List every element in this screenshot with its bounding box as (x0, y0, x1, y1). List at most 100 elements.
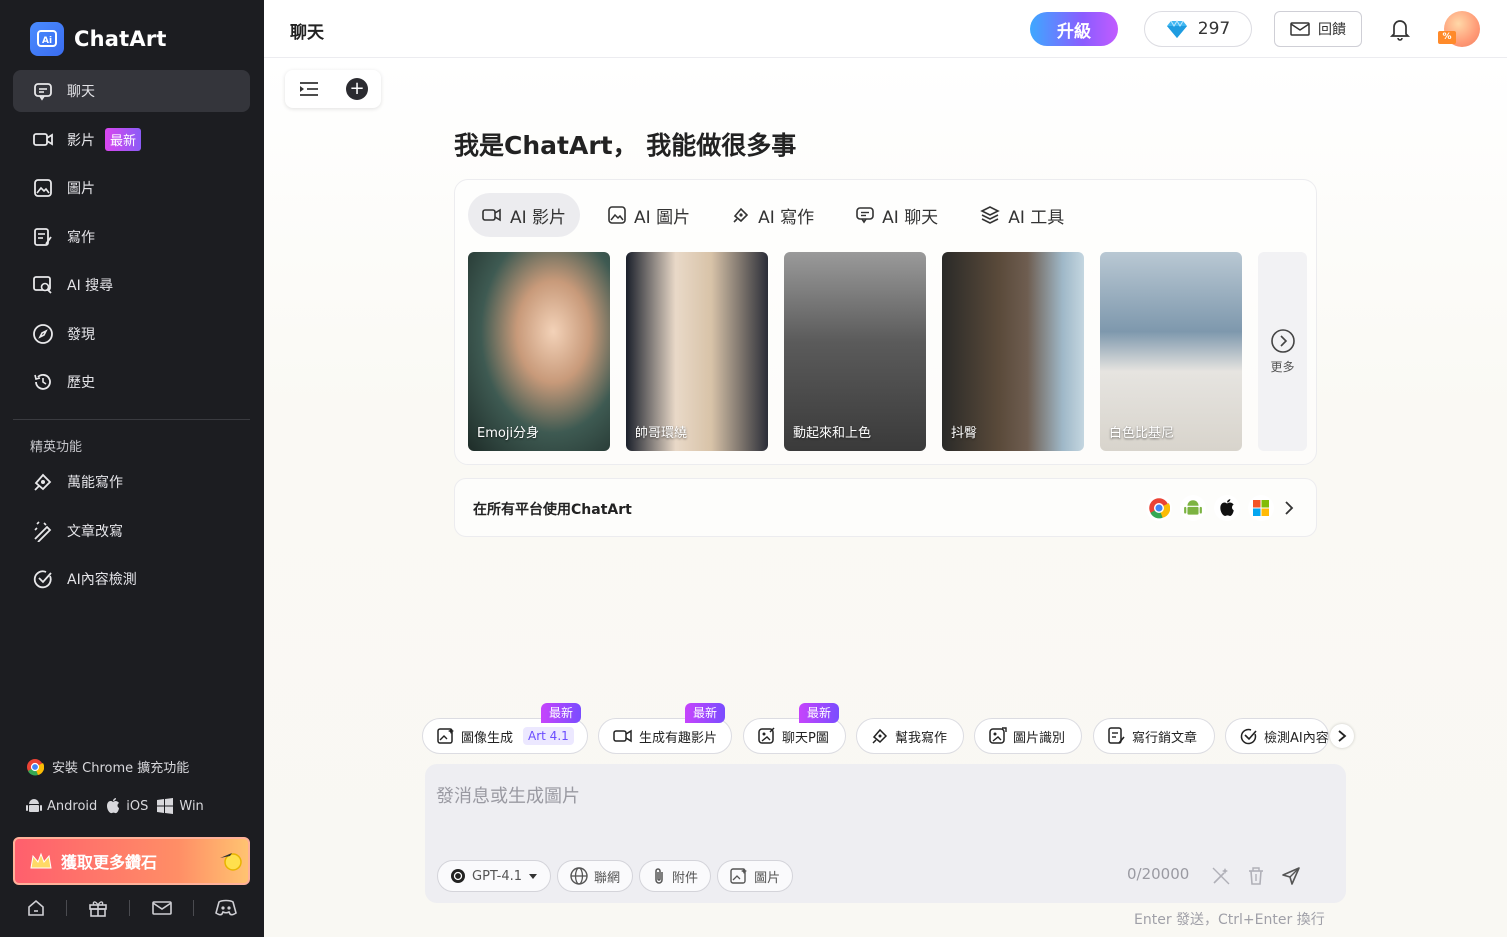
chip-fun-video[interactable]: 生成有趣影片 最新 (598, 703, 732, 754)
get-more-gems-button[interactable]: 獲取更多鑽石 (13, 837, 250, 885)
new-badge: 最新 (799, 703, 840, 723)
sidebar-item-label: 萬能寫作 (67, 475, 123, 491)
platform-banner-text: 在所有平台使用ChatArt (473, 502, 632, 518)
sidebar-item-label: 寫作 (67, 229, 95, 246)
thumbnail-label: Emoji分身 (477, 426, 540, 441)
web-search-toggle[interactable]: 聯網 (557, 860, 634, 892)
thumbnail-card[interactable]: 抖臀 (942, 252, 1084, 451)
chrome-icon (26, 758, 44, 776)
check-circle-icon (31, 567, 55, 591)
home-icon[interactable] (27, 899, 45, 917)
model-selector[interactable]: GPT-4.1 (437, 860, 552, 892)
gift-icon[interactable] (88, 899, 108, 917)
discord-icon[interactable] (215, 899, 238, 917)
new-badge: 最新 (541, 703, 582, 723)
toggle-sidebar-icon[interactable] (298, 80, 320, 98)
notification-bell-icon[interactable] (1389, 17, 1411, 41)
sidebar-item-ai-search[interactable]: AI 搜尋 (13, 264, 250, 306)
tab-ai-video[interactable]: AI 影片 (468, 193, 581, 237)
logo[interactable]: Ai ChatArt (30, 22, 167, 56)
android-link[interactable]: Android (26, 797, 97, 815)
app-name: ChatArt (74, 27, 167, 51)
tab-ai-tools[interactable]: AI 工具 (966, 193, 1078, 237)
message-input[interactable]: 發消息或生成圖片 (436, 782, 580, 808)
sidebar-item-ai-detect[interactable]: AI內容檢測 (13, 558, 250, 600)
pen-icon (31, 470, 55, 494)
attach-button[interactable]: 附件 (639, 860, 712, 892)
magic-wand-icon[interactable] (1211, 866, 1231, 886)
new-chat-plus-icon[interactable]: + (346, 78, 368, 100)
tab-ai-writing[interactable]: AI 寫作 (718, 193, 828, 237)
image-icon (608, 206, 626, 224)
chip-help-me-write[interactable]: 幫我寫作 (856, 718, 964, 754)
feedback-button[interactable]: 回饋 (1274, 11, 1362, 47)
sidebar-item-history[interactable]: 歷史 (13, 361, 250, 403)
mail-icon (1290, 21, 1310, 37)
coin-icon (220, 850, 242, 872)
thumbnail-label: 帥哥環繞 (635, 426, 688, 441)
sidebar-item-label: 歷史 (67, 375, 95, 391)
ios-link[interactable]: iOS (105, 797, 148, 815)
sidebar-item-writing[interactable]: 寫作 (13, 216, 250, 258)
image-upload-button[interactable]: 圖片 (717, 860, 794, 892)
sidebar-item-video[interactable]: 影片 最新 (13, 119, 250, 161)
main-nav: 聊天 影片 最新 圖片 寫作 AI 搜尋 發現 歷史 (13, 70, 250, 410)
image-gen-icon (437, 727, 455, 745)
tab-ai-chat[interactable]: AI 聊天 (842, 193, 952, 237)
thumbnail-card[interactable]: 白色比基尼 (1100, 252, 1242, 451)
compass-icon (31, 322, 55, 346)
chrome-extension-link[interactable]: 安裝 Chrome 擴充功能 (26, 757, 189, 776)
chip-ai-detect[interactable]: 檢測AI內容 (1225, 718, 1329, 754)
sidebar-item-image[interactable]: 圖片 (13, 167, 250, 209)
more-templates-button[interactable]: 更多 (1258, 252, 1307, 451)
chevron-right-icon (1336, 729, 1348, 743)
gem-count: 297 (1197, 19, 1231, 39)
chips-scroll-right-button[interactable] (1330, 724, 1354, 748)
composer-actions (1211, 866, 1301, 886)
upgrade-button[interactable]: 升級 (1030, 12, 1118, 46)
thumbnail-label: 白色比基尼 (1109, 426, 1175, 441)
sidebar-divider (13, 419, 250, 420)
tab-label: AI 聊天 (882, 207, 939, 228)
apple-icon (1214, 495, 1240, 521)
new-badge: 最新 (685, 703, 726, 723)
more-label: 更多 (1270, 360, 1295, 374)
sidebar-item-label: 影片 (67, 132, 95, 149)
sidebar-bottom-bar (0, 890, 264, 926)
send-icon[interactable] (1281, 866, 1301, 886)
chat-icon (856, 206, 874, 224)
windows-link[interactable]: Win (156, 797, 204, 815)
thumbnail-card[interactable]: 動起來和上色 (784, 252, 926, 451)
gem-balance[interactable]: 297 (1144, 11, 1252, 47)
mail-icon[interactable] (151, 900, 172, 916)
sidebar-item-chat[interactable]: 聊天 (13, 70, 250, 112)
chip-marketing-article[interactable]: 寫行銷文章 (1093, 718, 1215, 754)
template-thumbnails: Emoji分身 帥哥環繞 動起來和上色 抖臀 白色比基尼 更多 (468, 252, 1307, 451)
sidebar-item-rewrite[interactable]: 文章改寫 (13, 510, 250, 552)
composer-controls: GPT-4.1 聯網 附件 圖片 (437, 860, 794, 892)
chevron-right-circle-icon (1270, 328, 1296, 354)
tab-ai-image[interactable]: AI 圖片 (594, 193, 704, 237)
paperclip-icon (652, 867, 666, 885)
trash-icon[interactable] (1247, 866, 1265, 886)
keyboard-hint: Enter 發送，Ctrl+Enter 換行 (1134, 912, 1325, 928)
feature-showcase-card: AI 影片 AI 圖片 AI 寫作 AI 聊天 AI 工具 Emoji分身 帥哥… (454, 179, 1317, 465)
chip-label: 圖片識別 (1013, 730, 1066, 746)
character-counter: 0/20000 (1127, 865, 1190, 883)
image-icon (730, 867, 748, 885)
chip-chat-photo-edit[interactable]: 聊天P圖 最新 (743, 703, 846, 754)
tab-label: AI 圖片 (634, 207, 691, 228)
image-scan-icon (989, 727, 1007, 745)
check-circle-icon (1240, 727, 1258, 745)
platform-banner[interactable]: 在所有平台使用ChatArt (454, 478, 1317, 537)
sidebar-item-universal-writing[interactable]: 萬能寫作 (13, 461, 250, 503)
diamond-icon (1166, 19, 1188, 39)
chip-image-generation[interactable]: 圖像生成 Art 4.1 最新 (422, 703, 588, 754)
hero-heading: 我是ChatArt， 我能做很多事 (454, 131, 797, 160)
sidebar-item-label: 聊天 (67, 84, 95, 100)
chip-image-recognition[interactable]: 圖片識別 (974, 718, 1082, 754)
sidebar-item-discover[interactable]: 發現 (13, 313, 250, 355)
thumbnail-card[interactable]: Emoji分身 (468, 252, 610, 451)
thumbnail-card[interactable]: 帥哥環繞 (626, 252, 768, 451)
globe-icon (570, 867, 588, 885)
